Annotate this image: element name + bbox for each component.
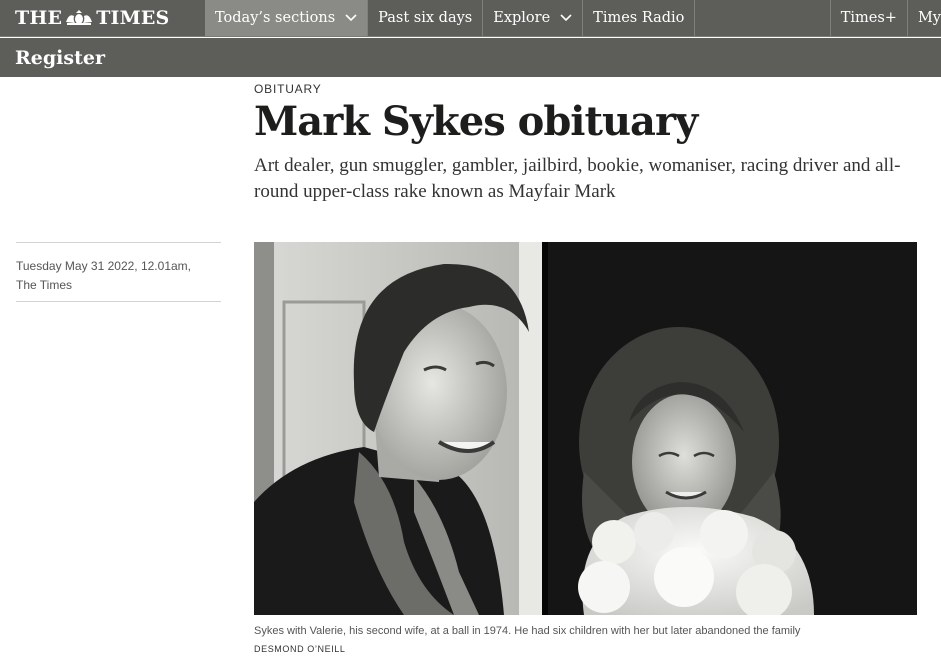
register-link[interactable]: Register xyxy=(15,47,105,69)
register-bar: Register xyxy=(0,38,941,77)
royal-crest-icon xyxy=(66,10,93,25)
nav-explore[interactable]: Explore xyxy=(483,0,584,36)
photo-illustration xyxy=(254,242,917,615)
nav-times-radio-label: Times Radio xyxy=(593,10,685,26)
photo-caption: Sykes with Valerie, his second wife, at … xyxy=(254,625,801,637)
chevron-down-icon xyxy=(560,14,572,22)
top-navigation: THE TIMES Today’s sections Past six days… xyxy=(0,0,941,37)
nav-explore-label: Explore xyxy=(493,10,551,26)
chevron-down-icon xyxy=(345,14,357,22)
logo-text-times: TIMES xyxy=(96,7,170,29)
times-logo[interactable]: THE TIMES xyxy=(0,0,205,36)
byline-date: Tuesday May 31 2022, 12.01am, xyxy=(16,259,191,273)
logo-text-the: THE xyxy=(15,7,63,29)
nav-times-plus-label: Times+ xyxy=(840,10,897,26)
photo-credit: DESMOND O’NEILL xyxy=(254,644,346,654)
nav-todays-sections[interactable]: Today’s sections xyxy=(205,0,369,36)
article-headline: Mark Sykes obituary xyxy=(254,98,698,145)
byline-publication: The Times xyxy=(16,278,73,292)
section-label[interactable]: OBITUARY xyxy=(254,82,322,96)
nav-my-account-label: My xyxy=(917,10,941,26)
nav-times-radio[interactable]: Times Radio xyxy=(583,0,696,36)
nav-past-six-days[interactable]: Past six days xyxy=(368,0,484,36)
nav-times-plus[interactable]: Times+ xyxy=(829,0,908,36)
nav-my-account[interactable]: My xyxy=(908,0,941,36)
article-photo[interactable] xyxy=(254,242,917,615)
nav-todays-sections-label: Today’s sections xyxy=(215,10,336,26)
article-byline: Tuesday May 31 2022, 12.01am, The Times xyxy=(16,242,221,302)
nav-past-six-days-label: Past six days xyxy=(378,10,473,26)
article-standfirst: Art dealer, gun smuggler, gambler, jailb… xyxy=(254,155,901,202)
